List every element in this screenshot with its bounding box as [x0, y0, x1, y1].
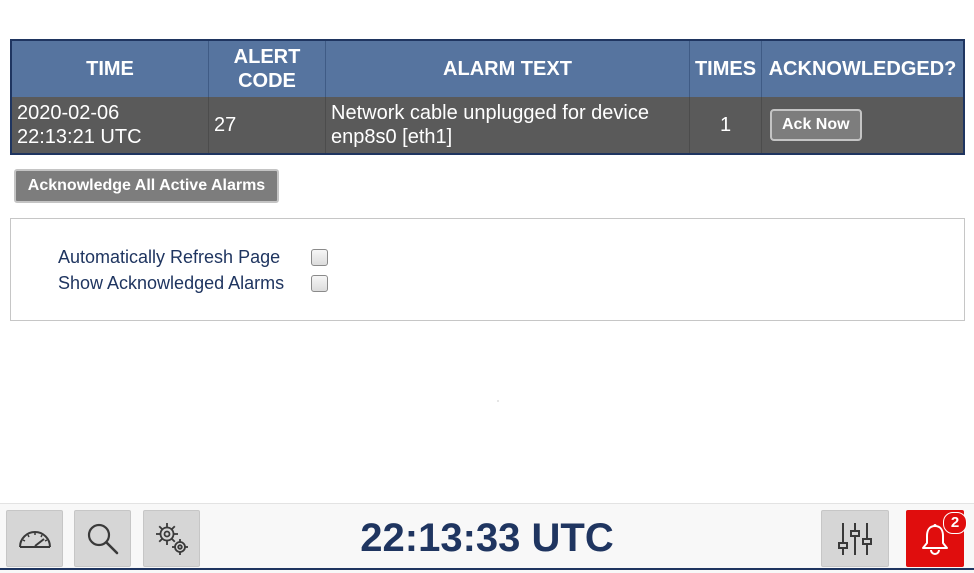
auto-refresh-checkbox[interactable] [311, 248, 328, 266]
show-acknowledged-checkbox[interactable] [311, 274, 328, 292]
show-acknowledged-label: Show Acknowledged Alarms [58, 272, 285, 293]
alarm-time-cell: 2020-02-06 22:13:21 UTC [11, 97, 209, 154]
auto-refresh-label: Automatically Refresh Page [58, 246, 281, 267]
divider-dot [497, 400, 499, 402]
ack-now-button[interactable]: Ack Now [770, 109, 862, 141]
show-acknowledged-option: Show Acknowledged Alarms [58, 271, 328, 295]
column-header-alert-code: ALERT CODE [208, 40, 326, 97]
table-header-row: TIME ALERT CODE ALARM TEXT TIMES ACKNOWL… [11, 40, 964, 97]
column-header-times: TIMES [689, 40, 762, 97]
alarms-button[interactable]: 2 [906, 510, 967, 567]
acknowledged-cell: Ack Now [761, 97, 964, 154]
column-header-time: TIME [11, 40, 209, 97]
acknowledge-all-alarms-button[interactable]: Acknowledge All Active Alarms [14, 169, 279, 203]
footer-bar: 22:13:33 UTC 2 [0, 503, 974, 573]
table-row: 2020-02-06 22:13:21 UTC 27 Network cable… [11, 97, 964, 154]
column-header-alarm-text: ALARM TEXT [325, 40, 690, 97]
column-header-acknowledged: ACKNOWLEDGED? [761, 40, 964, 97]
bottom-divider [0, 568, 974, 570]
sliders-icon [838, 522, 872, 555]
auto-refresh-option: Automatically Refresh Page [58, 245, 328, 269]
alarm-table: TIME ALERT CODE ALARM TEXT TIMES ACKNOWL… [10, 39, 965, 155]
options-panel: Automatically Refresh Page Show Acknowle… [10, 218, 965, 321]
alert-code-cell: 27 [208, 97, 326, 154]
controls-button[interactable] [821, 510, 889, 567]
times-cell: 1 [689, 97, 762, 154]
alarm-text-cell: Network cable unplugged for device enp8s… [325, 97, 690, 154]
alarm-count-badge: 2 [943, 512, 967, 534]
